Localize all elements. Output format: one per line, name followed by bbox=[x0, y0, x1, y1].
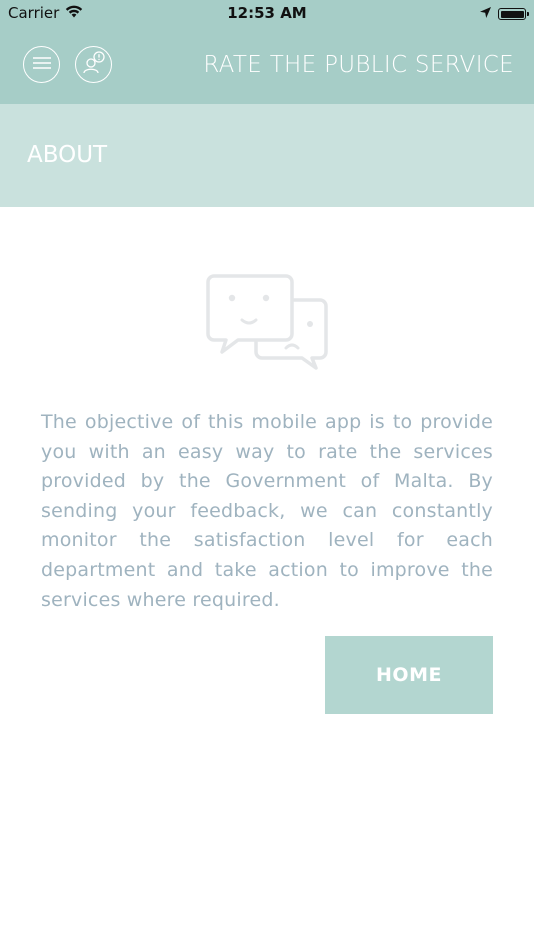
feedback-button[interactable] bbox=[75, 46, 112, 83]
home-button[interactable]: HOME bbox=[325, 636, 493, 714]
menu-icon bbox=[32, 55, 52, 74]
menu-button[interactable] bbox=[23, 46, 60, 83]
app-header: RATE THE PUBLIC SERVICE bbox=[0, 28, 534, 104]
status-time: 12:53 AM bbox=[227, 4, 307, 22]
status-right bbox=[479, 5, 529, 23]
section-title: ABOUT bbox=[27, 142, 108, 168]
feedback-user-icon bbox=[81, 50, 107, 80]
battery-icon bbox=[498, 8, 529, 20]
chat-bubbles-icon bbox=[204, 272, 330, 372]
section-header: ABOUT bbox=[0, 104, 534, 207]
app-title: RATE THE PUBLIC SERVICE bbox=[203, 52, 514, 78]
status-bar: Carrier 12:53 AM bbox=[0, 0, 534, 28]
location-arrow-icon bbox=[479, 5, 492, 23]
about-description: The objective of this mobile app is to p… bbox=[41, 411, 493, 611]
